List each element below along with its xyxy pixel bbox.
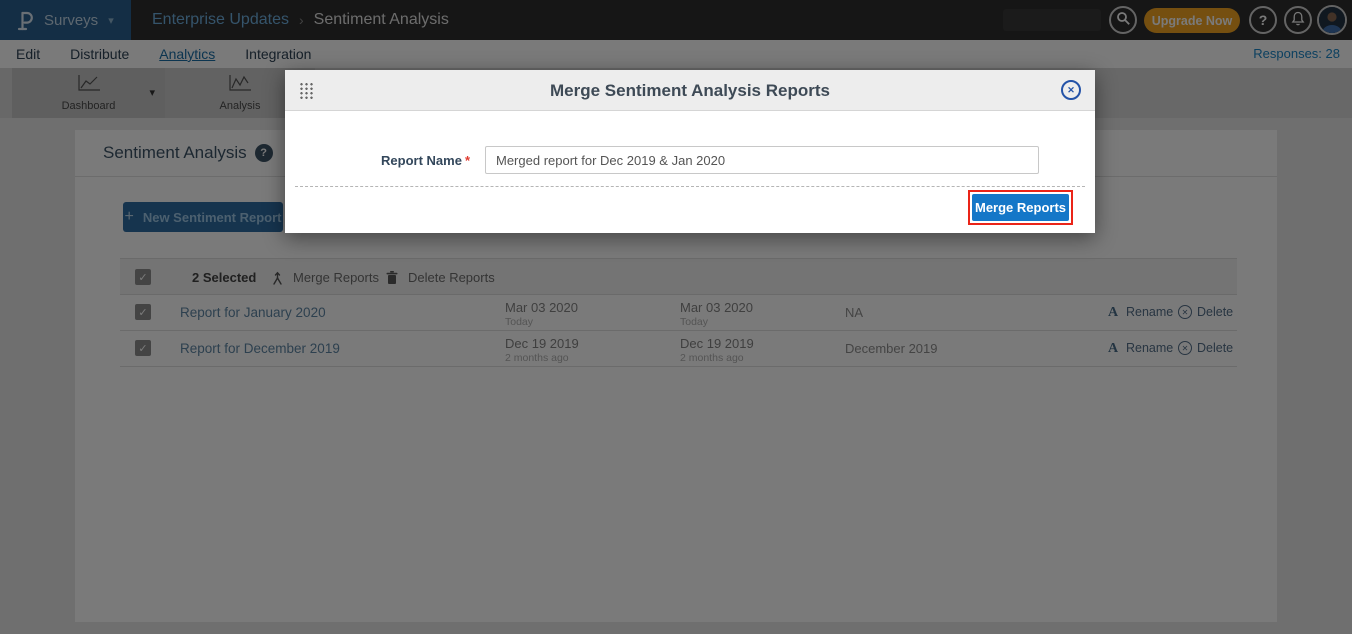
modal-divider: [295, 186, 1085, 187]
close-icon[interactable]: ✕: [1061, 80, 1081, 100]
merge-reports-modal: Merge Sentiment Analysis Reports ✕ Repor…: [285, 70, 1095, 233]
drag-handle-icon[interactable]: [299, 82, 313, 101]
app-screen: Surveys ▾ Enterprise Updates › Sentiment…: [0, 0, 1352, 634]
required-asterisk: *: [465, 153, 470, 168]
merge-reports-submit-button[interactable]: Merge Reports: [972, 194, 1069, 221]
modal-header: Merge Sentiment Analysis Reports ✕: [285, 70, 1095, 111]
merge-reports-submit-label: Merge Reports: [975, 200, 1066, 215]
report-name-label: Report Name*: [285, 153, 470, 168]
report-name-label-text: Report Name: [381, 153, 462, 168]
report-name-input[interactable]: [485, 146, 1039, 174]
modal-title: Merge Sentiment Analysis Reports: [285, 70, 1095, 111]
click-annotation-highlight: Merge Reports: [968, 190, 1073, 225]
